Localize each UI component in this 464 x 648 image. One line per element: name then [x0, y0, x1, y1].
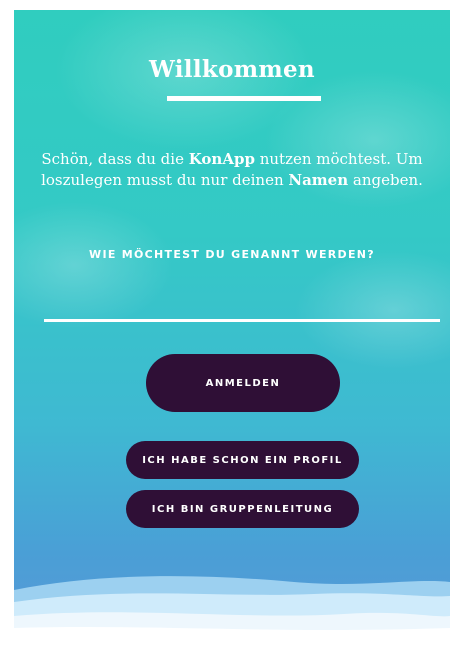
name-emphasis: Namen	[288, 171, 349, 189]
login-button[interactable]: ANMELDEN	[146, 354, 340, 412]
intro-text: Schön, dass du die KonApp nutzen möchtes…	[14, 149, 450, 191]
app-name: KonApp	[188, 150, 255, 168]
group-leader-button[interactable]: ICH BIN GRUPPENLEITUNG	[126, 490, 359, 528]
intro-text-part: angeben.	[348, 171, 423, 189]
welcome-screen: Willkommen Schön, dass du die KonApp nut…	[14, 10, 450, 648]
wave-decoration	[14, 576, 450, 648]
title-underline	[167, 96, 321, 101]
have-profile-button[interactable]: ICH HABE SCHON EIN PROFIL	[126, 441, 359, 479]
page-title: Willkommen	[149, 56, 315, 83]
name-question-label: WIE MÖCHTEST DU GENANNT WERDEN?	[89, 248, 375, 261]
intro-text-part: Schön, dass du die	[41, 150, 189, 168]
name-input[interactable]	[44, 286, 440, 322]
